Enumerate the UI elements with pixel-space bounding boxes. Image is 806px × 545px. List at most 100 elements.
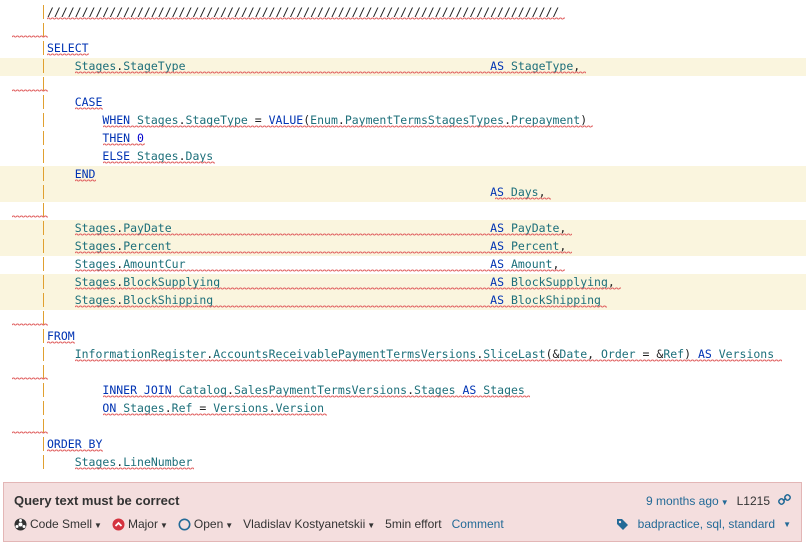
issue-type-dropdown[interactable]: Code Smell ▼: [14, 517, 102, 531]
issue-tags-label: badpractice, sql, standard: [637, 517, 776, 531]
code-line: CASE: [0, 94, 806, 112]
issue-underline: [75, 179, 96, 182]
chevron-down-icon: ▼: [94, 521, 102, 530]
code-line: FROM: [0, 328, 806, 346]
issue-severity-dropdown[interactable]: Major ▼: [112, 517, 168, 531]
gutter-marker: [43, 113, 44, 127]
issue-tags[interactable]: badpractice, sql, standard ▼: [616, 517, 791, 531]
code-line: WHEN Stages.StageType = VALUE(Enum.Payme…: [0, 112, 806, 130]
gutter-marker: [43, 59, 44, 73]
issue-type-label: Code Smell: [30, 517, 93, 531]
gutter-marker: [43, 95, 44, 109]
code-line: [0, 364, 806, 382]
issue-age[interactable]: 9 months ago ▼: [646, 494, 729, 508]
chevron-down-icon: ▼: [720, 498, 729, 507]
issue-underline: [75, 71, 586, 74]
issue-assignee-label: Vladislav Kostyanetskii: [243, 517, 366, 532]
gutter-marker: [43, 149, 44, 163]
issue-underline: [75, 107, 103, 110]
issue-underline: [75, 287, 621, 290]
code-line: Stages.BlockSupplying AS BlockSupplying,: [0, 274, 806, 292]
code-line: Stages.AmountCur AS Amount,: [0, 256, 806, 274]
gutter-marker: [43, 275, 44, 289]
issue-underline: [47, 449, 103, 452]
issue-title[interactable]: Query text must be correct: [14, 493, 179, 508]
issue-underline: [47, 341, 75, 344]
issue-status-dropdown[interactable]: Open ▼: [178, 517, 233, 531]
gutter-marker: [43, 257, 44, 271]
gutter-marker: [43, 185, 44, 199]
issue-effort: 5min effort: [385, 517, 442, 532]
issue-severity-label: Major: [127, 517, 158, 531]
chevron-down-icon: ▼: [783, 519, 791, 529]
issue-age-label: 9 months ago: [645, 494, 719, 508]
issue-underline: [103, 143, 145, 146]
gutter-marker: [43, 41, 44, 55]
major-severity-icon: [112, 518, 125, 531]
code-line: INNER JOIN Catalog.SalesPaymentTermsVers…: [0, 382, 806, 400]
code-line: ON Stages.Ref = Versions.Version: [0, 400, 806, 418]
link-icon[interactable]: [778, 493, 791, 509]
issue-attributes: Code Smell ▼ Major ▼ Open ▼ Vladislav Kosty…: [14, 517, 504, 531]
gutter-marker: [43, 383, 44, 397]
gutter-marker: [43, 5, 44, 19]
gutter-marker: [43, 401, 44, 415]
issue-status-label: Open: [193, 517, 224, 531]
code-line: ORDER BY: [0, 436, 806, 454]
issue-underline: [75, 233, 572, 236]
code-line: ELSE Stages.Days: [0, 148, 806, 166]
code-line: [0, 76, 806, 94]
issue-underline: [47, 17, 565, 20]
code-line: Stages.BlockShipping AS BlockShipping: [0, 292, 806, 310]
comment-link[interactable]: Comment: [452, 517, 504, 531]
gutter-marker: [43, 347, 44, 361]
issue-underline: [75, 359, 782, 362]
gutter-marker: [43, 167, 44, 181]
code-line: [0, 418, 806, 436]
issue-underline: [103, 161, 215, 164]
chevron-down-icon: ▼: [159, 521, 168, 530]
code-line: Stages.PayDate AS PayDate,: [0, 220, 806, 238]
tag-icon: [616, 518, 628, 530]
issue-assignee-dropdown[interactable]: Vladislav Kostyanetskii ▼: [243, 517, 375, 531]
gutter-marker: [43, 239, 44, 253]
gutter-marker: [43, 221, 44, 235]
issue-underline: [47, 53, 89, 56]
gutter-marker: [43, 437, 44, 451]
issue-underline: [103, 413, 327, 416]
gutter-marker: [43, 455, 44, 469]
code-line: Stages.Percent AS Percent,: [0, 238, 806, 256]
issue-underline: [103, 125, 593, 128]
issue-underline: [495, 197, 551, 200]
issue-underline: [12, 377, 48, 380]
code-line: InformationRegister.AccountsReceivablePa…: [0, 346, 806, 364]
gutter-marker: [43, 131, 44, 145]
issue-underline: [12, 89, 48, 92]
gutter-marker: [43, 329, 44, 343]
issue-underline: [12, 35, 48, 38]
issue-underline: [75, 305, 607, 308]
code-line: [0, 202, 806, 220]
code-text: AS Days,: [47, 185, 545, 200]
chevron-down-icon: ▼: [367, 521, 376, 531]
open-status-icon: [178, 518, 191, 531]
issue-underline: [103, 395, 530, 398]
code-line: AS Days,: [0, 184, 806, 202]
code-line: END: [0, 166, 806, 184]
issue-underline: [12, 215, 48, 218]
